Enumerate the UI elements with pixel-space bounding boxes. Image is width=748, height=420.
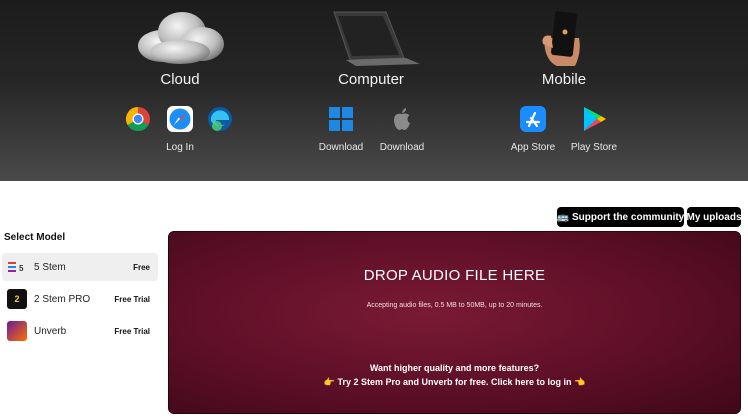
apple-icon bbox=[387, 104, 417, 134]
login-trial-link[interactable]: 👉 Try 2 Stem Pro and Unverb for free. Cl… bbox=[169, 377, 740, 388]
upgrade-question: Want higher quality and more features? bbox=[369, 363, 540, 373]
two-stem-pro-icon: 2 bbox=[7, 289, 27, 309]
platform-title-computer: Computer bbox=[338, 71, 404, 88]
edge-icon bbox=[205, 104, 235, 134]
unverb-icon bbox=[7, 321, 27, 341]
drop-zone-title: DROP AUDIO FILE HERE bbox=[363, 267, 546, 284]
phone-image bbox=[542, 11, 580, 66]
app-store-label: App Store bbox=[510, 142, 556, 153]
mac-download-label: Download bbox=[379, 142, 425, 153]
support-community-button[interactable]: 🚌 Support the community bbox=[557, 207, 684, 227]
windows-download-label: Download bbox=[318, 142, 364, 153]
stem-count-badge: 2 bbox=[14, 294, 20, 304]
model-name: 2 Stem PRO bbox=[34, 293, 91, 305]
model-tag: Free Trial bbox=[114, 294, 150, 304]
windows-icon bbox=[326, 104, 356, 134]
app-store-icon bbox=[518, 104, 548, 134]
model-name: Unverb bbox=[34, 325, 67, 337]
drop-zone-requirements: Accepting audio files, 0.5 MB to 50MB, u… bbox=[366, 302, 543, 309]
laptop-image bbox=[333, 11, 420, 66]
mac-download[interactable]: Download bbox=[367, 104, 437, 153]
platforms-banner: Cloud Log In Computer Download Download … bbox=[0, 0, 748, 181]
model-tag: Free Trial bbox=[114, 326, 150, 336]
stem-count-badge: 5 bbox=[19, 264, 24, 273]
model-tag: Free bbox=[133, 262, 150, 272]
app-store-link[interactable]: App Store bbox=[498, 104, 568, 153]
edge-link[interactable] bbox=[185, 104, 255, 134]
cloud-image bbox=[138, 12, 224, 64]
login-link[interactable]: Log In bbox=[145, 142, 215, 153]
platform-title-cloud: Cloud bbox=[160, 71, 200, 88]
my-uploads-button[interactable]: My uploads bbox=[687, 207, 742, 227]
play-store-link[interactable]: Play Store bbox=[559, 104, 629, 153]
play-store-label: Play Store bbox=[570, 142, 618, 153]
select-model-heading: Select Model bbox=[4, 232, 66, 243]
windows-download[interactable]: Download bbox=[306, 104, 376, 153]
play-store-icon bbox=[579, 104, 609, 134]
model-option-2-stem-pro[interactable]: 2 2 Stem PRO Free Trial bbox=[2, 285, 158, 313]
platform-title-mobile: Mobile bbox=[541, 71, 587, 88]
model-option-5-stem[interactable]: 5 5 Stem Free bbox=[2, 253, 158, 281]
model-name: 5 Stem bbox=[34, 261, 66, 273]
audio-drop-zone[interactable]: DROP AUDIO FILE HERE Accepting audio fil… bbox=[168, 231, 741, 414]
model-option-unverb[interactable]: Unverb Free Trial bbox=[2, 317, 158, 345]
stems-icon: 5 bbox=[7, 257, 27, 277]
